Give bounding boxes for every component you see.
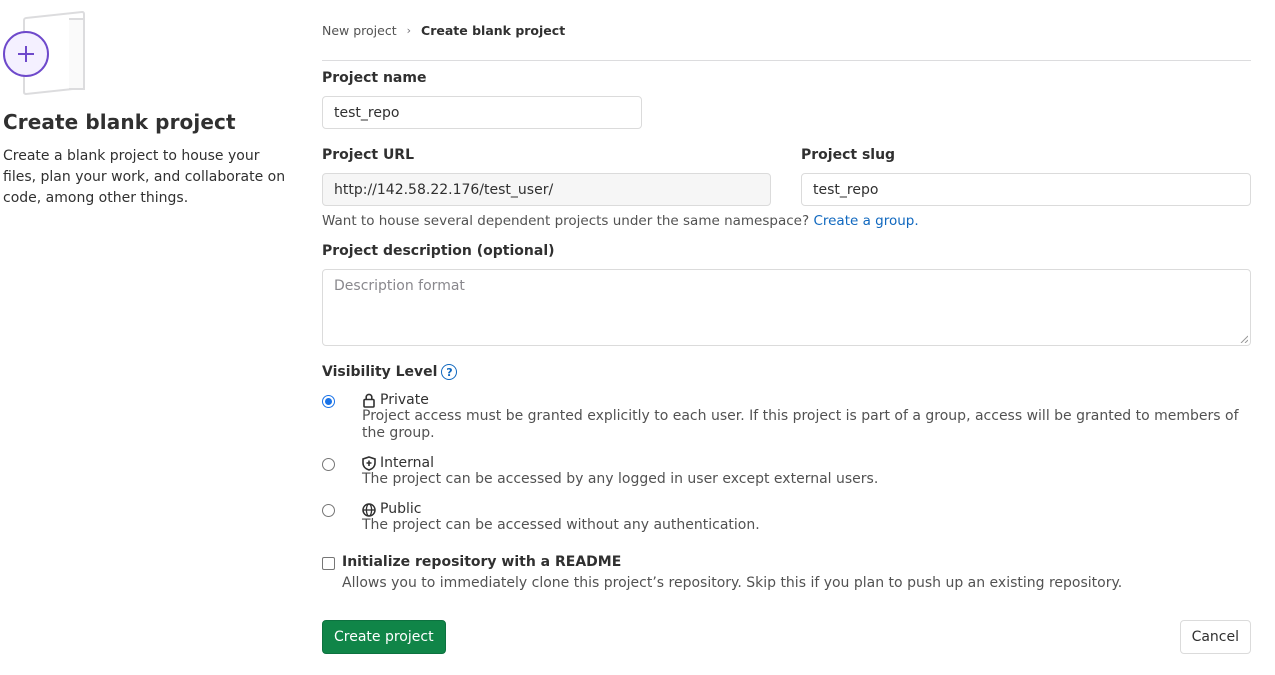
public-radio[interactable] — [322, 504, 335, 517]
description-placeholder: Description format — [334, 278, 465, 294]
breadcrumb-current: Create blank project — [421, 22, 566, 38]
project-name-input[interactable]: test_repo — [322, 96, 642, 129]
blank-project-illustration — [3, 10, 93, 96]
create-project-button[interactable]: Create project — [322, 620, 446, 654]
visibility-option-public[interactable]: Public The project can be accessed witho… — [322, 501, 1251, 534]
cancel-button[interactable]: Cancel — [1179, 620, 1251, 654]
breadcrumb-separator: › — [406, 23, 412, 37]
internal-label: Internal — [380, 455, 434, 471]
readme-label: Initialize repository with a README — [342, 554, 622, 570]
visibility-label: Visibility Level — [322, 364, 438, 380]
project-name-value: test_repo — [334, 104, 400, 121]
private-label: Private — [380, 392, 429, 408]
internal-description: The project can be accessed by any logge… — [362, 471, 879, 487]
globe-icon — [362, 502, 376, 517]
plus-circle-icon — [3, 31, 49, 77]
project-slug-label: Project slug — [801, 147, 896, 163]
visibility-option-private[interactable]: Private Project access must be granted e… — [322, 392, 1251, 442]
project-name-label: Project name — [322, 70, 427, 86]
page-heading: Create blank project — [3, 110, 236, 134]
project-url-input[interactable]: http://142.58.22.176/test_user/ — [322, 173, 771, 206]
lock-icon — [363, 393, 375, 408]
shield-icon — [362, 456, 376, 471]
project-url-value: http://142.58.22.176/test_user/ — [334, 181, 554, 198]
readme-help: Allows you to immediately clone this pro… — [342, 575, 1123, 591]
visibility-option-internal[interactable]: Internal The project can be accessed by … — [322, 455, 1251, 488]
namespace-help: Want to house several dependent projects… — [322, 213, 1251, 229]
page-shape-side — [69, 18, 85, 90]
visibility-section: Visibility Level ? Private Project acces… — [322, 364, 1251, 534]
project-description-textarea[interactable]: Description format — [322, 269, 1251, 346]
create-group-link[interactable]: Create a group. — [813, 213, 918, 229]
namespace-help-text: Want to house several dependent projects… — [322, 213, 810, 229]
readme-checkbox[interactable] — [322, 557, 335, 570]
project-description-label: Project description (optional) — [322, 243, 555, 259]
question-circle-icon[interactable]: ? — [441, 364, 458, 380]
project-slug-input[interactable]: test_repo — [801, 173, 1251, 206]
page-description: Create a blank project to house your fil… — [3, 148, 286, 206]
internal-radio[interactable] — [322, 458, 335, 471]
readme-option[interactable]: Initialize repository with a README Allo… — [322, 554, 1251, 592]
public-label: Public — [380, 501, 422, 517]
private-radio[interactable] — [322, 395, 335, 408]
create-project-form: New project › Create blank project Proje… — [322, 0, 1251, 654]
public-description: The project can be accessed without any … — [362, 517, 760, 533]
breadcrumb-new-project[interactable]: New project — [322, 23, 397, 38]
project-slug-value: test_repo — [813, 181, 879, 198]
project-url-label: Project URL — [322, 147, 415, 163]
resize-grip-icon[interactable] — [1240, 335, 1248, 343]
breadcrumb: New project › Create blank project — [322, 0, 1251, 61]
private-description: Project access must be granted explicitl… — [362, 408, 1239, 441]
intro-panel: Create blank project Create a blank proj… — [3, 10, 288, 209]
